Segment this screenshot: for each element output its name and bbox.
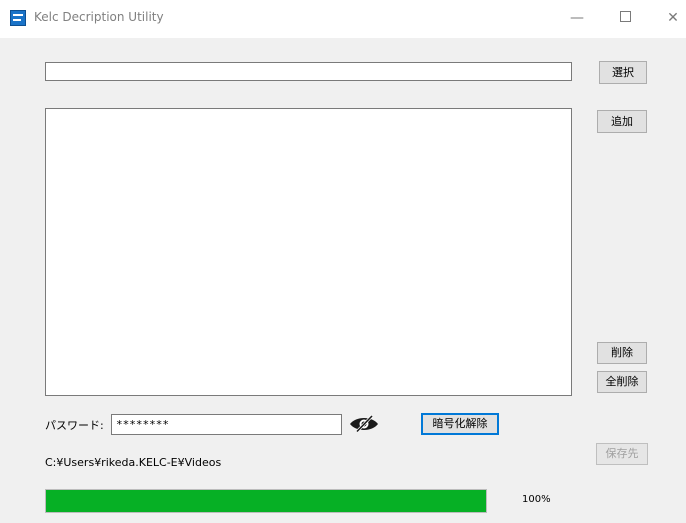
title-bar: Kelc Decription Utility — ✕ (0, 0, 686, 38)
password-label: パスワード: (45, 419, 104, 432)
progress-percent-label: 100% (522, 494, 551, 505)
eye-slash-icon[interactable] (348, 415, 380, 433)
save-destination-button[interactable]: 保存先 (596, 443, 648, 465)
add-button[interactable]: 追加 (597, 110, 647, 133)
password-input[interactable]: ******** (111, 414, 342, 435)
select-button[interactable]: 選択 (599, 61, 647, 84)
minimize-button[interactable]: — (563, 6, 591, 30)
delete-button[interactable]: 削除 (597, 342, 647, 364)
decrypt-button[interactable]: 暗号化解除 (421, 413, 499, 435)
window-title: Kelc Decription Utility (34, 10, 164, 24)
maximize-button[interactable] (611, 6, 639, 30)
progress-bar (45, 489, 487, 513)
close-button[interactable]: ✕ (659, 6, 686, 30)
delete-all-button[interactable]: 全削除 (597, 371, 647, 393)
maximize-icon (619, 11, 631, 22)
output-path-label: C:¥Users¥rikeda.KELC-E¥Videos (45, 456, 222, 469)
app-icon (10, 10, 26, 26)
progress-fill (46, 490, 486, 512)
file-path-input[interactable] (45, 62, 572, 81)
file-list[interactable] (45, 108, 572, 396)
